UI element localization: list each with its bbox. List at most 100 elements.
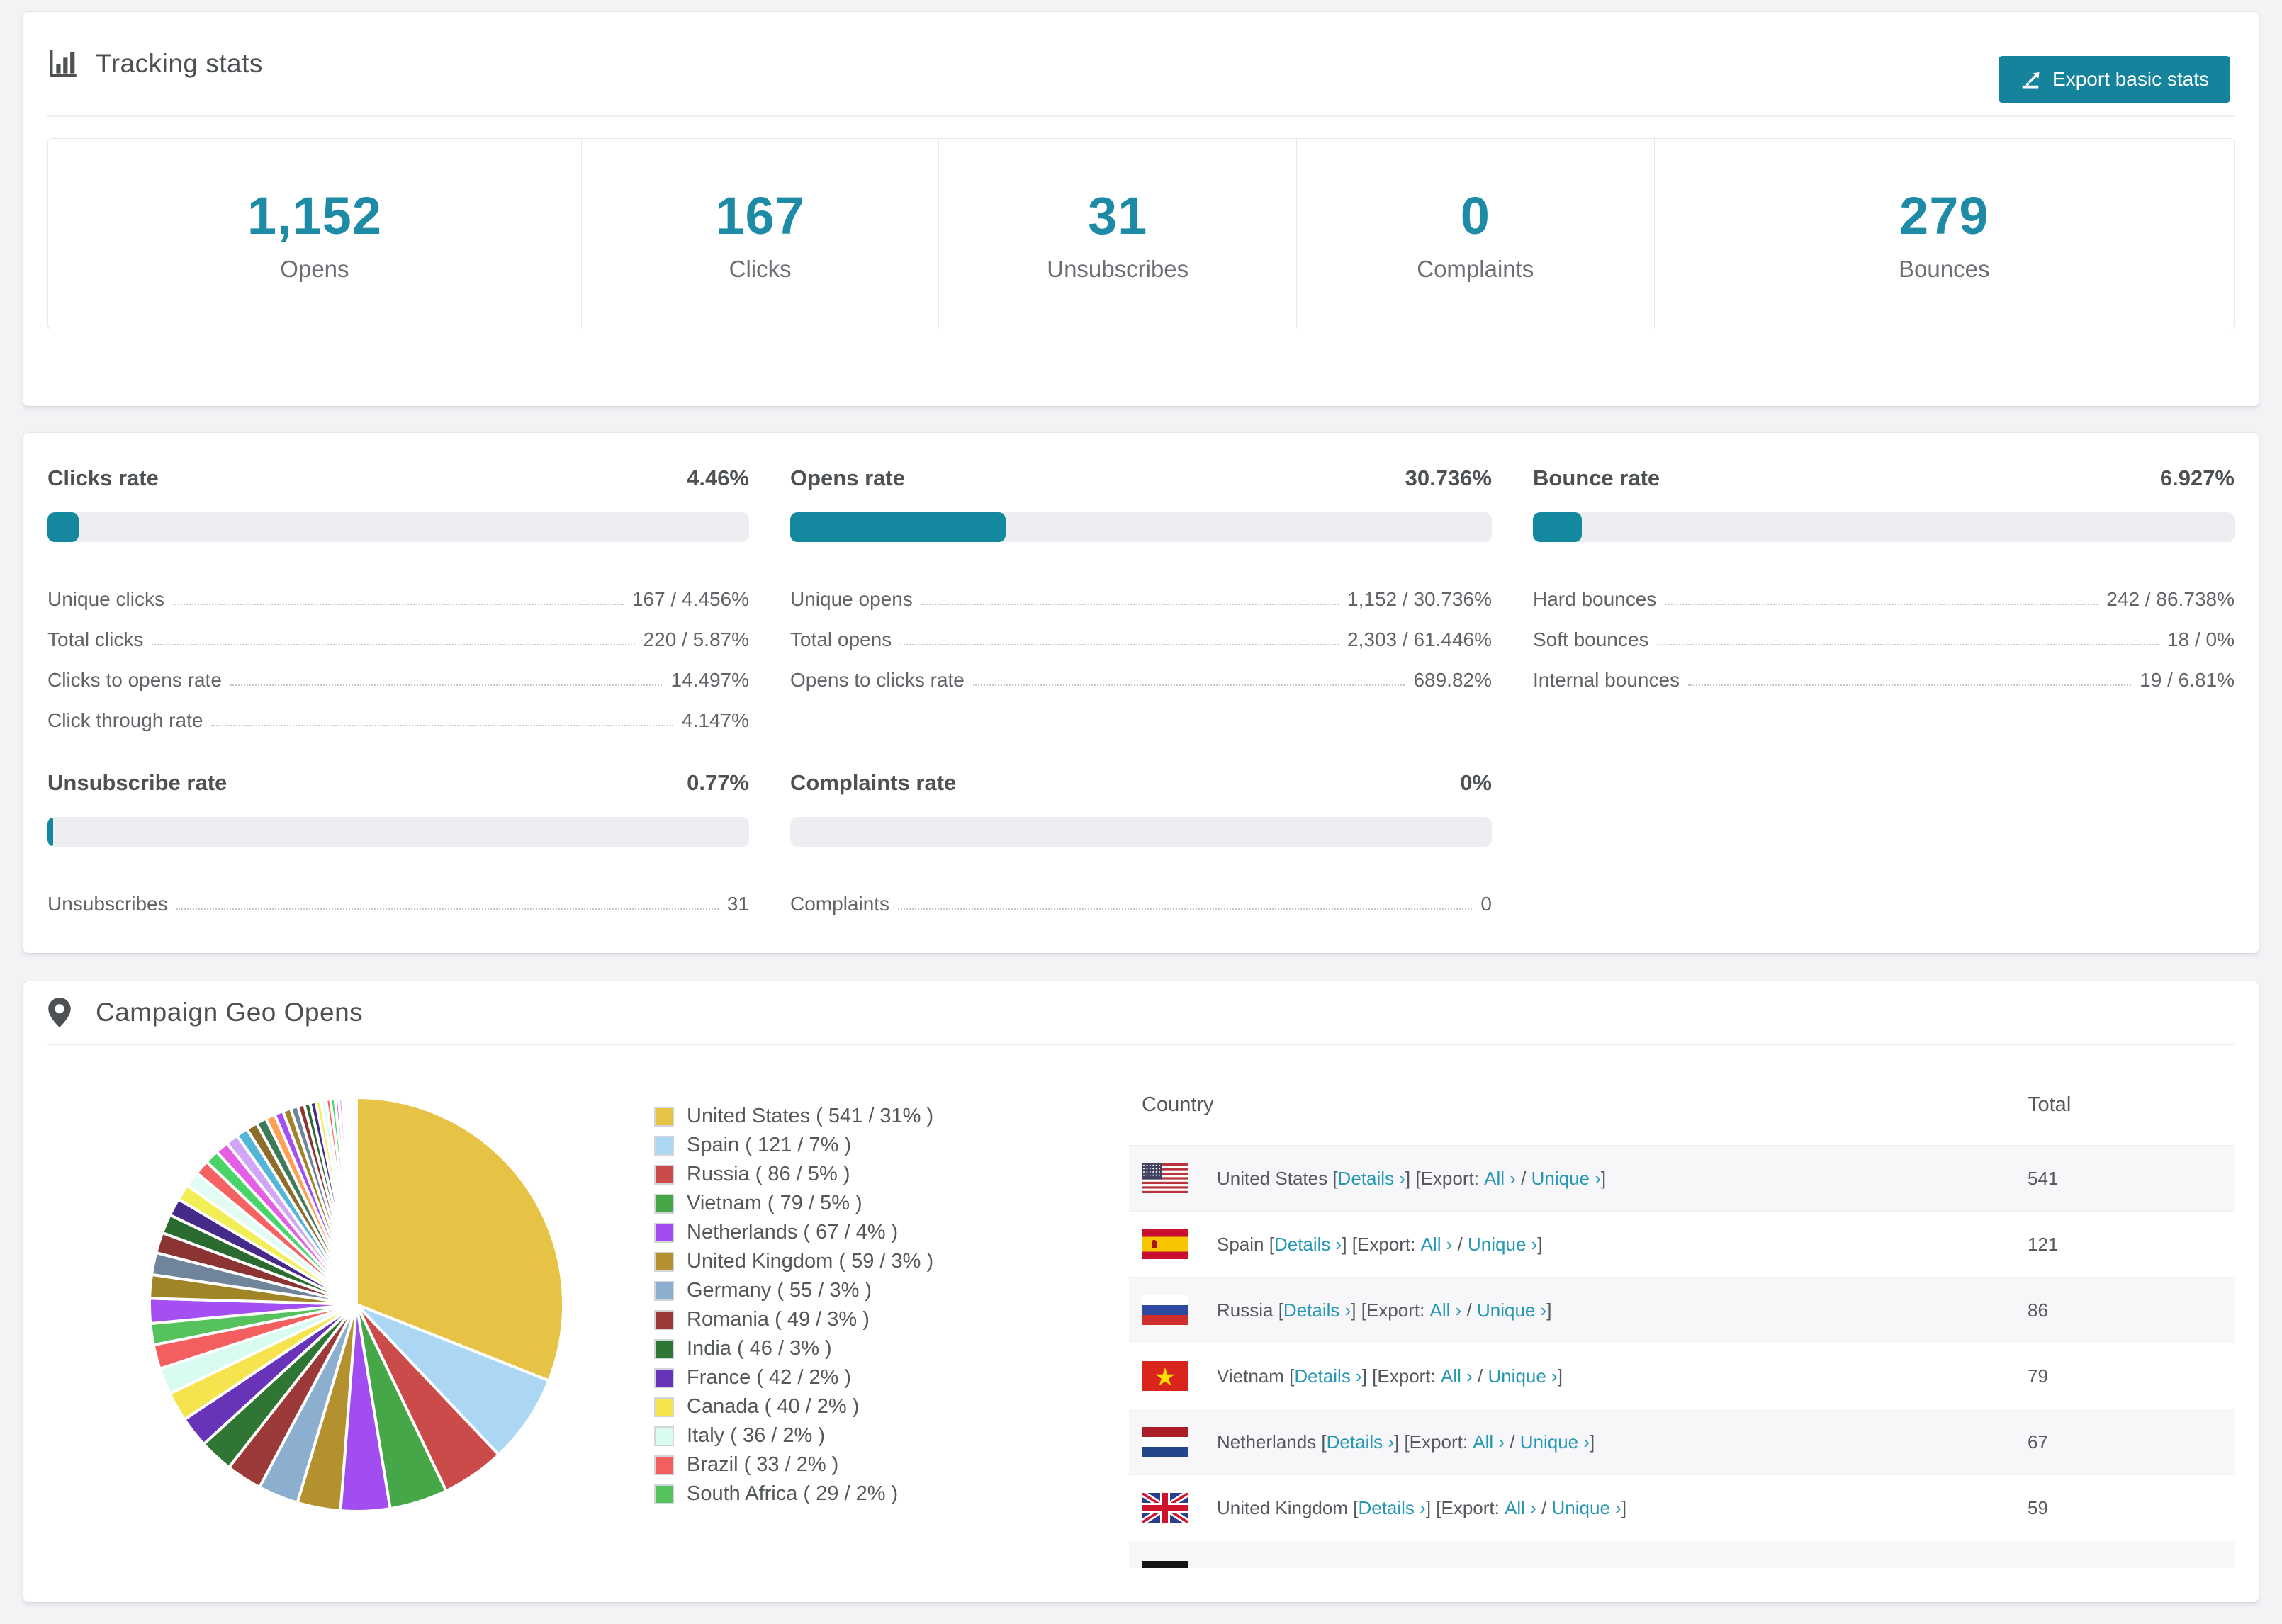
rate-row-hard-bounces: Hard bounces 242 / 86.738%: [1533, 570, 2235, 611]
stat-opens: 1,152 Opens: [48, 139, 582, 329]
campaign-geo-opens-card: Campaign Geo Opens United States ( 541 /…: [23, 981, 2259, 1603]
rate-row-value: 31: [726, 892, 749, 915]
tracking-stats-card: Tracking stats Export basic stats 1,152 O…: [23, 11, 2259, 407]
export-unique-link-netherlands[interactable]: Unique ›: [1520, 1431, 1590, 1453]
stats-strip: 1,152 Opens 167 Clicks 31 Unsubscribes 0 Compla…: [47, 138, 2235, 329]
rate-bar-fill-opens-rate: [790, 512, 1006, 542]
legend-item-netherlands[interactable]: Netherlands ( 67 / 4% ): [654, 1218, 1108, 1247]
rate-row-clicks-to-opens-rate: Clicks to opens rate 14.497%: [47, 651, 749, 692]
rate-title-complaints-rate: Complaints rate: [790, 770, 957, 795]
rate-bar-opens-rate: [790, 512, 1492, 542]
geo-opens-pie-chart[interactable]: [144, 1092, 569, 1517]
legend-label-south-africa: South Africa ( 29 / 2% ): [687, 1482, 899, 1505]
legend-label-romania: Romania ( 49 / 3% ): [687, 1308, 870, 1331]
rate-title-bounce-rate: Bounce rate: [1533, 466, 1660, 490]
rate-bar-fill-unsubscribe-rate: [47, 817, 53, 847]
rate-title-unsubscribe-rate: Unsubscribe rate: [47, 770, 227, 795]
details-link-united-kingdom[interactable]: Details ›: [1358, 1497, 1425, 1519]
geo-body: United States ( 541 / 31% ) Spain ( 121 /…: [23, 1045, 2259, 1568]
vietnam-flag: [1142, 1361, 1188, 1391]
rate-bar-complaints-rate: [790, 817, 1492, 847]
export-button-label: Export basic stats: [2052, 68, 2209, 90]
stat-label-bounces: Bounces: [1899, 255, 1990, 282]
legend-item-united-states[interactable]: United States ( 541 / 31% ): [654, 1102, 1108, 1131]
export-all-link-united-kingdom[interactable]: All ›: [1505, 1497, 1536, 1519]
netherlands-flag: [1142, 1427, 1188, 1457]
legend-item-spain[interactable]: Spain ( 121 / 7% ): [654, 1131, 1108, 1160]
country-name-russia: Russia [: [1217, 1299, 1283, 1321]
germany-flag-partial: [1142, 1560, 1188, 1568]
rate-row-label: Total clicks: [47, 628, 144, 650]
legend-item-france[interactable]: France ( 42 / 2% ): [654, 1363, 1108, 1392]
stat-value-complaints: 0: [1460, 186, 1490, 245]
geo-col-country: Country: [1142, 1093, 1214, 1116]
details-link-spain[interactable]: Details ›: [1274, 1234, 1342, 1256]
geo-table: Country Total United States [Details ›] …: [1129, 1059, 2235, 1541]
legend-swatch-india: [654, 1338, 674, 1359]
rate-row-label: Opens to clicks rate: [790, 668, 965, 691]
stat-value-clicks: 167: [715, 186, 805, 245]
export-all-link-russia[interactable]: All ›: [1430, 1299, 1462, 1321]
legend-swatch-vietnam: [654, 1193, 674, 1214]
export-all-link-netherlands[interactable]: All ›: [1473, 1431, 1505, 1453]
dotted-leader: [900, 644, 1339, 645]
rate-row-value: 220 / 5.87%: [643, 628, 749, 650]
legend-swatch-brazil: [654, 1455, 674, 1475]
legend-item-canada[interactable]: Canada ( 40 / 2% ): [654, 1392, 1108, 1421]
geo-table-row-russia: Russia [Details ›] [Export: All › / Uniq…: [1129, 1277, 2235, 1343]
rate-bar-unsubscribe-rate: [47, 817, 749, 847]
legend-item-south-africa[interactable]: South Africa ( 29 / 2% ): [654, 1479, 1108, 1509]
stat-value-bounces: 279: [1899, 186, 1989, 245]
stat-value-unsubscribes: 31: [1088, 186, 1148, 245]
export-unique-link-spain[interactable]: Unique ›: [1468, 1234, 1537, 1256]
export-basic-stats-button[interactable]: Export basic stats: [1999, 56, 2230, 103]
legend-label-italy: Italy ( 36 / 2% ): [687, 1424, 826, 1447]
legend-item-brazil[interactable]: Brazil ( 33 / 2% ): [654, 1450, 1108, 1479]
export-all-link-vietnam[interactable]: All ›: [1441, 1365, 1473, 1387]
rate-row-value: 689.82%: [1413, 668, 1492, 691]
rate-value-complaints-rate: 0%: [1460, 770, 1492, 795]
legend-item-vietnam[interactable]: Vietnam ( 79 / 5% ): [654, 1189, 1108, 1218]
rate-row-soft-bounces: Soft bounces 18 / 0%: [1533, 611, 2235, 651]
legend-swatch-italy: [654, 1426, 674, 1446]
legend-item-italy[interactable]: Italy ( 36 / 2% ): [654, 1421, 1108, 1450]
geo-pie-legend: United States ( 541 / 31% ) Spain ( 121 /…: [654, 1102, 1108, 1509]
export-icon: [2020, 69, 2041, 90]
geo-table-row-netherlands: Netherlands [Details ›] [Export: All › /…: [1129, 1409, 2235, 1475]
export-unique-link-vietnam[interactable]: Unique ›: [1488, 1365, 1557, 1387]
stat-clicks: 167 Clicks: [582, 139, 940, 329]
legend-swatch-united-states: [654, 1106, 674, 1127]
legend-label-brazil: Brazil ( 33 / 2% ): [687, 1453, 839, 1476]
rate-row-value: 14.497%: [670, 668, 749, 691]
rate-row-value: 19 / 6.81%: [2140, 668, 2235, 691]
export-unique-link-united-kingdom[interactable]: Unique ›: [1552, 1497, 1621, 1519]
export-unique-link-russia[interactable]: Unique ›: [1477, 1299, 1546, 1321]
geo-table-row-united-kingdom: United Kingdom [Details ›] [Export: All …: [1129, 1474, 2235, 1541]
export-all-link-united-states[interactable]: All ›: [1484, 1168, 1516, 1190]
geo-col-total: Total: [2028, 1093, 2072, 1116]
rate-row-value: 4.147%: [682, 709, 749, 731]
rate-row-value: 2,303 / 61.446%: [1347, 628, 1492, 650]
dotted-leader: [972, 684, 1405, 686]
legend-item-russia[interactable]: Russia ( 86 / 5% ): [654, 1160, 1108, 1189]
export-unique-link-united-states[interactable]: Unique ›: [1531, 1168, 1601, 1190]
geo-table-row-vietnam: Vietnam [Details ›] [Export: All › / Uni…: [1129, 1343, 2235, 1409]
legend-item-india[interactable]: India ( 46 / 3% ): [654, 1334, 1108, 1363]
spain-flag: [1142, 1229, 1188, 1259]
legend-item-germany[interactable]: Germany ( 55 / 3% ): [654, 1276, 1108, 1305]
legend-item-romania[interactable]: Romania ( 49 / 3% ): [654, 1305, 1108, 1334]
dotted-leader: [1688, 684, 2132, 686]
details-link-united-states[interactable]: Details ›: [1338, 1168, 1405, 1190]
details-link-vietnam[interactable]: Details ›: [1294, 1365, 1361, 1387]
rate-row-complaints: Complaints 0: [790, 875, 1492, 915]
details-link-russia[interactable]: Details ›: [1283, 1299, 1351, 1321]
dotted-leader: [176, 908, 719, 910]
legend-label-netherlands: Netherlands ( 67 / 4% ): [687, 1221, 899, 1244]
legend-swatch-romania: [654, 1309, 674, 1330]
dotted-leader: [921, 604, 1339, 605]
rate-row-internal-bounces: Internal bounces 19 / 6.81%: [1533, 651, 2235, 692]
details-link-netherlands[interactable]: Details ›: [1327, 1431, 1394, 1453]
legend-swatch-south-africa: [654, 1484, 674, 1504]
export-all-link-spain[interactable]: All ›: [1421, 1234, 1453, 1256]
legend-item-united-kingdom[interactable]: United Kingdom ( 59 / 3% ): [654, 1247, 1108, 1276]
